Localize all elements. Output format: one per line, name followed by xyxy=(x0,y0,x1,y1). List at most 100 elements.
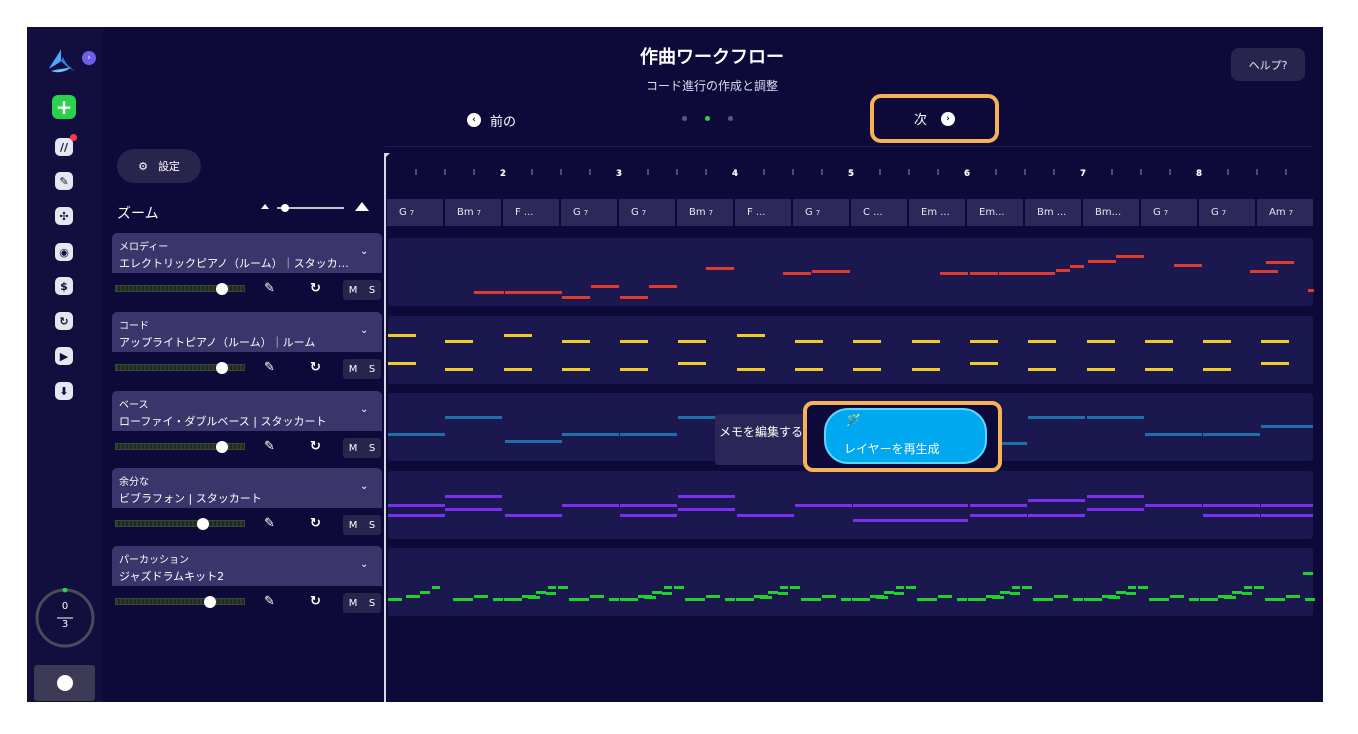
chord-block[interactable]: G7 xyxy=(387,199,443,226)
regenerate-icon[interactable]: ↻ xyxy=(310,281,321,296)
track-header[interactable]: 余分な ビブラフォン | スタッカート ⌄ xyxy=(112,468,382,508)
mute-button[interactable]: M xyxy=(349,443,358,454)
refresh-icon[interactable]: ↻ xyxy=(55,312,73,330)
dollar-icon[interactable]: $ xyxy=(55,277,73,295)
solo-button[interactable]: S xyxy=(369,598,375,609)
note xyxy=(912,340,940,343)
settings-button[interactable]: ⚙ 設定 xyxy=(117,149,201,183)
volume-slider[interactable] xyxy=(115,283,245,295)
lane-melody[interactable] xyxy=(388,238,1314,306)
lane-percussion[interactable] xyxy=(388,548,1315,616)
note xyxy=(504,368,532,371)
pencil-icon[interactable]: ✎ xyxy=(264,516,275,531)
chord-block[interactable]: C ... xyxy=(851,199,907,226)
note xyxy=(896,586,904,589)
chord-block[interactable]: Em ... xyxy=(909,199,965,226)
track-header[interactable]: ベース ローファイ・ダブルベース | スタッカート ⌄ xyxy=(112,391,382,431)
note xyxy=(548,586,556,589)
note xyxy=(706,267,734,270)
chevron-down-icon[interactable]: ⌄ xyxy=(360,481,368,492)
regenerate-icon[interactable]: ↻ xyxy=(310,439,321,454)
expand-rail-icon[interactable]: › xyxy=(82,51,96,65)
lane-extra[interactable] xyxy=(388,471,1313,539)
note xyxy=(1305,598,1315,601)
next-button-highlight: 次 › xyxy=(870,94,999,143)
mute-button[interactable]: M xyxy=(349,285,358,296)
chord-block[interactable]: Am 7 xyxy=(1257,199,1313,226)
app-logo-icon[interactable] xyxy=(45,45,77,77)
profile-button[interactable] xyxy=(34,665,95,701)
solo-button[interactable]: S xyxy=(369,520,375,531)
edit-notes-button[interactable]: メモを編集する xyxy=(715,414,807,465)
chevron-down-icon[interactable]: ⌄ xyxy=(360,246,368,257)
note xyxy=(432,586,440,589)
regenerate-icon[interactable]: ↻ xyxy=(310,516,321,531)
mute-button[interactable]: M xyxy=(349,520,358,531)
note xyxy=(1261,514,1313,517)
settings-label: 設定 xyxy=(157,160,180,173)
chord-name: G xyxy=(399,207,407,218)
radio-icon[interactable]: ◉ xyxy=(55,243,73,261)
pen-icon[interactable]: ✎ xyxy=(55,172,73,190)
volume-slider[interactable] xyxy=(115,362,245,374)
chevron-down-icon[interactable]: ⌄ xyxy=(360,325,368,336)
chevron-down-icon[interactable]: ⌄ xyxy=(360,404,368,415)
pencil-icon[interactable]: ✎ xyxy=(264,281,275,296)
track-header[interactable]: メロディー エレクトリックピアノ（ルーム）｜スタッカート ⌄ xyxy=(112,233,382,273)
chord-name: Am xyxy=(1269,207,1286,218)
chord-block[interactable]: Em... xyxy=(967,199,1023,226)
pencil-icon[interactable]: ✎ xyxy=(264,439,275,454)
track-header[interactable]: コード アップライトピアノ（ルーム）｜ルーム ⌄ xyxy=(112,312,382,352)
fan-icon[interactable]: ✣ xyxy=(55,207,73,225)
regenerate-icon[interactable]: ↻ xyxy=(310,594,321,609)
zoom-slider[interactable] xyxy=(259,199,374,215)
timeline-ruler[interactable]: 2 3 4 5 6 7 8 xyxy=(387,162,1313,182)
solo-button[interactable]: S xyxy=(369,443,375,454)
prev-button[interactable]: ‹ 前の xyxy=(467,110,516,130)
help-button[interactable]: ヘルプ? xyxy=(1231,48,1305,81)
track-controls: ✎ ↻ MS xyxy=(112,431,382,465)
regenerate-icon[interactable]: ↻ xyxy=(310,360,321,375)
mute-button[interactable]: M xyxy=(349,598,358,609)
track-instrument: アップライトピアノ（ルーム）｜ルーム xyxy=(119,336,316,349)
chord-block[interactable]: Bm 7 xyxy=(677,199,733,226)
notes-icon[interactable]: // xyxy=(55,138,73,156)
note xyxy=(1203,433,1260,436)
chord-block[interactable]: Bm 7 xyxy=(445,199,501,226)
volume-slider[interactable] xyxy=(115,441,245,453)
note xyxy=(1203,504,1260,507)
chord-block[interactable]: G7 xyxy=(619,199,675,226)
chord-block[interactable]: G7 xyxy=(1141,199,1197,226)
pencil-icon[interactable]: ✎ xyxy=(264,360,275,375)
chord-block[interactable]: F ... xyxy=(503,199,559,226)
chord-block[interactable]: Bm ... xyxy=(1025,199,1081,226)
volume-slider[interactable] xyxy=(115,596,245,608)
chord-block[interactable]: G7 xyxy=(561,199,617,226)
chord-block[interactable]: G7 xyxy=(1199,199,1255,226)
solo-button[interactable]: S xyxy=(369,285,375,296)
add-icon[interactable]: + xyxy=(52,95,76,119)
playhead-handle[interactable] xyxy=(384,153,390,159)
next-button[interactable]: 次 › xyxy=(874,98,995,139)
volume-slider[interactable] xyxy=(115,518,245,530)
track-instrument: ビブラフォン | スタッカート xyxy=(119,492,262,505)
chord-block[interactable]: Bm... xyxy=(1083,199,1139,226)
track-header[interactable]: パーカッション ジャズドラムキット2 ⌄ xyxy=(112,546,382,586)
regenerate-layer-button[interactable]: 🪄 レイヤーを再生成 xyxy=(824,408,987,464)
track-instrument: ジャズドラムキット2 xyxy=(119,570,225,583)
track-instrument: ローファイ・ダブルベース | スタッカート xyxy=(119,415,327,428)
chord-block[interactable]: F ... xyxy=(735,199,791,226)
pencil-icon[interactable]: ✎ xyxy=(264,594,275,609)
download-icon[interactable]: ⬇ xyxy=(55,382,73,400)
playhead[interactable] xyxy=(384,153,386,702)
lane-chords[interactable] xyxy=(388,316,1313,384)
chord-block[interactable]: G7 xyxy=(793,199,849,226)
play-icon[interactable]: ▶ xyxy=(55,347,73,365)
mute-button[interactable]: M xyxy=(349,364,358,375)
solo-button[interactable]: S xyxy=(369,364,375,375)
note xyxy=(1218,595,1232,598)
chevron-down-icon[interactable]: ⌄ xyxy=(360,559,368,570)
track-chords: コード アップライトピアノ（ルーム）｜ルーム ⌄ ✎ ↻ MS xyxy=(112,312,382,386)
note xyxy=(736,598,750,601)
chord-extension: 7 xyxy=(708,208,714,217)
